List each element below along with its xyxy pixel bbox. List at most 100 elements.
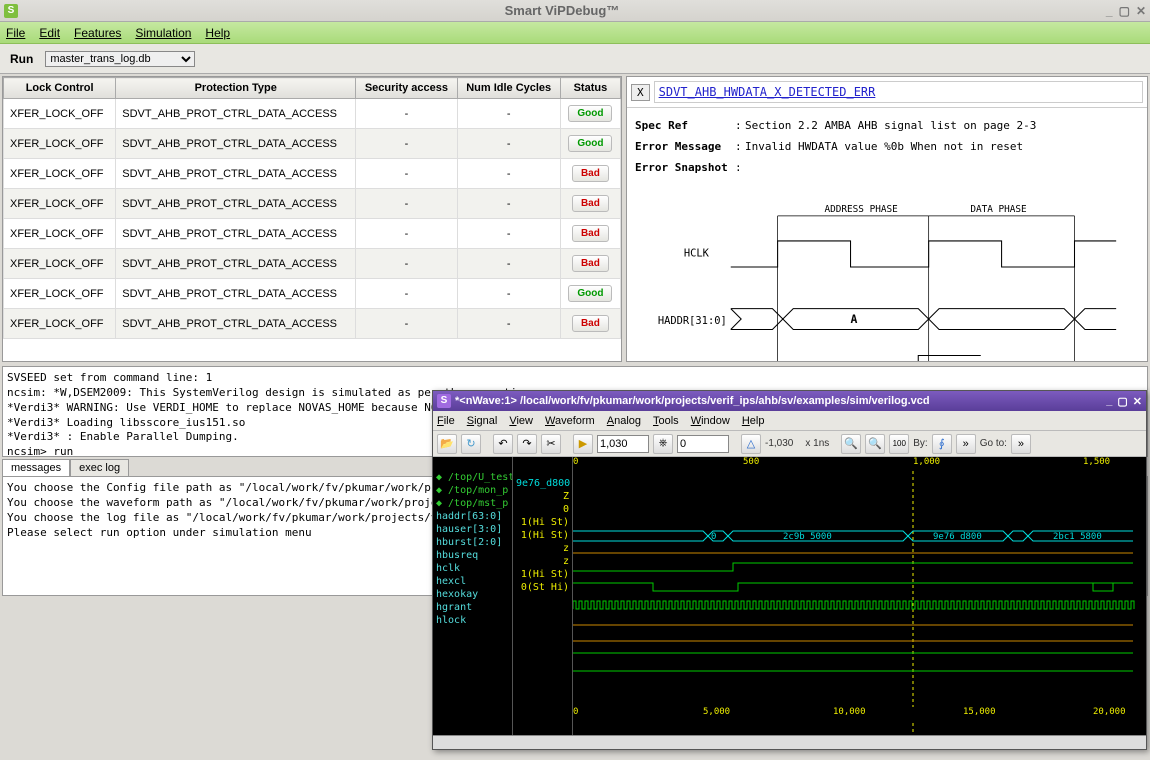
time-input[interactable]	[597, 435, 649, 453]
signal-value: 9e76_d800	[513, 477, 572, 490]
delta-input[interactable]	[677, 435, 729, 453]
zoom-pct-button[interactable]: 100	[889, 434, 909, 454]
nwave-menu-waveform[interactable]: Waveform	[545, 415, 595, 427]
signal-value: 1(Hi St)	[513, 568, 572, 581]
nwave-menu-analog[interactable]: Analog	[607, 415, 641, 427]
status-button[interactable]: Bad	[572, 225, 609, 242]
more-icon[interactable]: »	[956, 434, 976, 454]
status-button[interactable]: Bad	[572, 255, 609, 272]
nwave-hscroll[interactable]	[433, 735, 1146, 749]
goto-more-icon[interactable]: »	[1011, 434, 1031, 454]
menu-simulation[interactable]: Simulation	[135, 26, 191, 40]
table-row[interactable]: XFER_LOCK_OFFSDVT_AHB_PROT_CTRL_DATA_ACC…	[4, 309, 621, 339]
signal-value: 0(St Hi)	[513, 581, 572, 594]
undo-icon[interactable]: ↶	[493, 434, 513, 454]
db-select[interactable]: master_trans_log.db	[45, 51, 195, 67]
cursor-icon[interactable]: ▶	[573, 434, 593, 454]
error-name-link[interactable]: SDVT_AHB_HWDATA_X_DETECTED_ERR	[654, 81, 1143, 103]
open-icon[interactable]: 📂	[437, 434, 457, 454]
spec-ref-value: Section 2.2 AMBA AHB signal list on page…	[745, 116, 1036, 137]
nwave-menu-window[interactable]: Window	[691, 415, 730, 427]
zoom-in-icon[interactable]: 🔍	[865, 434, 885, 454]
cut-icon[interactable]: ✂	[541, 434, 561, 454]
waveform-canvas[interactable]: 05001,0001,500 02c9b_50009e76_d8002bc1_5…	[573, 457, 1146, 735]
signal-list[interactable]: ◆ /top/U_test◆ /top/mon_p◆ /top/mst_phad…	[433, 457, 513, 735]
transaction-table: Lock ControlProtection TypeSecurity acce…	[3, 77, 621, 339]
table-row[interactable]: XFER_LOCK_OFFSDVT_AHB_PROT_CTRL_DATA_ACC…	[4, 159, 621, 189]
nwave-minimize-icon[interactable]: _	[1106, 395, 1112, 407]
transaction-table-pane: Lock ControlProtection TypeSecurity acce…	[2, 76, 622, 362]
menu-file[interactable]: File	[6, 26, 25, 40]
nwave-menubar: File Signal View Waveform Analog Tools Window H…	[433, 411, 1146, 431]
nwave-maximize-icon[interactable]: ▢	[1117, 395, 1127, 408]
nwave-menu-view[interactable]: View	[509, 415, 533, 427]
signal-name[interactable]: hbusreq	[433, 549, 512, 562]
hclk-label: HCLK	[684, 247, 710, 259]
ruler-bottom: 05,00010,00015,00020,000	[573, 707, 1146, 721]
table-row[interactable]: XFER_LOCK_OFFSDVT_AHB_PROT_CTRL_DATA_ACC…	[4, 249, 621, 279]
redo-icon[interactable]: ↷	[517, 434, 537, 454]
close-icon[interactable]: ✕	[1136, 4, 1146, 18]
signal-name[interactable]: hburst[2:0]	[433, 536, 512, 549]
nwave-window: S *<nWave:1> /local/work/fv/pkumar/work/…	[432, 390, 1147, 750]
tab-messages[interactable]: messages	[2, 459, 70, 476]
menu-help[interactable]: Help	[205, 26, 230, 40]
search-mode-icon[interactable]: ⨕	[932, 434, 952, 454]
table-row[interactable]: XFER_LOCK_OFFSDVT_AHB_PROT_CTRL_DATA_ACC…	[4, 219, 621, 249]
status-button[interactable]: Bad	[572, 165, 609, 182]
table-row[interactable]: XFER_LOCK_OFFSDVT_AHB_PROT_CTRL_DATA_ACC…	[4, 279, 621, 309]
delta-icon[interactable]: △	[741, 434, 761, 454]
table-row[interactable]: XFER_LOCK_OFFSDVT_AHB_PROT_CTRL_DATA_ACC…	[4, 189, 621, 219]
status-button[interactable]: Good	[568, 105, 612, 122]
ruler-top: 05001,0001,500	[573, 457, 1146, 471]
table-header[interactable]: Status	[560, 78, 620, 99]
status-button[interactable]: Bad	[572, 195, 609, 212]
nwave-menu-tools[interactable]: Tools	[653, 415, 679, 427]
timing-diagram: ADDRESS PHASE DATA PHASE HCLK HADDR[31:0…	[627, 187, 1147, 362]
nwave-menu-help[interactable]: Help	[742, 415, 765, 427]
error-detail-pane: X SDVT_AHB_HWDATA_X_DETECTED_ERR Spec Re…	[626, 76, 1148, 362]
signal-name[interactable]: ◆ /top/mst_p	[433, 497, 512, 510]
run-button[interactable]: Run	[10, 52, 33, 66]
menu-edit[interactable]: Edit	[39, 26, 60, 40]
nwave-app-icon: S	[437, 394, 451, 408]
value-list[interactable]: 9e76_d800Z01(Hi St)1(Hi St)zz1(Hi St)0(S…	[513, 457, 573, 735]
signal-name[interactable]: ◆ /top/mon_p	[433, 484, 512, 497]
app-icon: S	[4, 4, 18, 18]
status-button[interactable]: Good	[568, 135, 612, 152]
signal-value: 1(Hi St)	[513, 529, 572, 542]
nwave-titlebar[interactable]: S *<nWave:1> /local/work/fv/pkumar/work/…	[433, 391, 1146, 411]
signal-name[interactable]: hauser[3:0]	[433, 523, 512, 536]
signal-value: 0	[513, 503, 572, 516]
nwave-menu-signal[interactable]: Signal	[467, 415, 498, 427]
table-header[interactable]: Num Idle Cycles	[457, 78, 560, 99]
clear-error-button[interactable]: X	[631, 84, 650, 101]
signal-name[interactable]: hclk	[433, 562, 512, 575]
status-button[interactable]: Good	[568, 285, 612, 302]
nwave-menu-file[interactable]: File	[437, 415, 455, 427]
nwave-close-icon[interactable]: ✕	[1133, 395, 1142, 408]
signal-name[interactable]: hlock	[433, 614, 512, 627]
signal-name[interactable]: ◆ /top/U_test	[433, 471, 512, 484]
menu-features[interactable]: Features	[74, 26, 121, 40]
table-header[interactable]: Lock Control	[4, 78, 116, 99]
zoom-out-icon[interactable]: 🔍	[841, 434, 861, 454]
svg-text:2bc1_5800: 2bc1_5800	[1053, 532, 1102, 542]
maximize-icon[interactable]: ▢	[1119, 4, 1130, 18]
signal-name[interactable]: hexcl	[433, 575, 512, 588]
signal-value: Z	[513, 490, 572, 503]
anchor-icon[interactable]: ⎈	[653, 434, 673, 454]
tab-exec-log[interactable]: exec log	[70, 459, 129, 476]
table-header[interactable]: Protection Type	[116, 78, 356, 99]
signal-name[interactable]: hexokay	[433, 588, 512, 601]
signal-name[interactable]: hgrant	[433, 601, 512, 614]
table-row[interactable]: XFER_LOCK_OFFSDVT_AHB_PROT_CTRL_DATA_ACC…	[4, 99, 621, 129]
error-msg-label: Error Message	[635, 137, 735, 158]
signal-name[interactable]: haddr[63:0]	[433, 510, 512, 523]
addr-a-label: A	[851, 312, 858, 326]
status-button[interactable]: Bad	[572, 315, 609, 332]
reload-icon[interactable]: ↻	[461, 434, 481, 454]
minimize-icon[interactable]: _	[1106, 4, 1113, 18]
table-row[interactable]: XFER_LOCK_OFFSDVT_AHB_PROT_CTRL_DATA_ACC…	[4, 129, 621, 159]
table-header[interactable]: Security access	[356, 78, 457, 99]
